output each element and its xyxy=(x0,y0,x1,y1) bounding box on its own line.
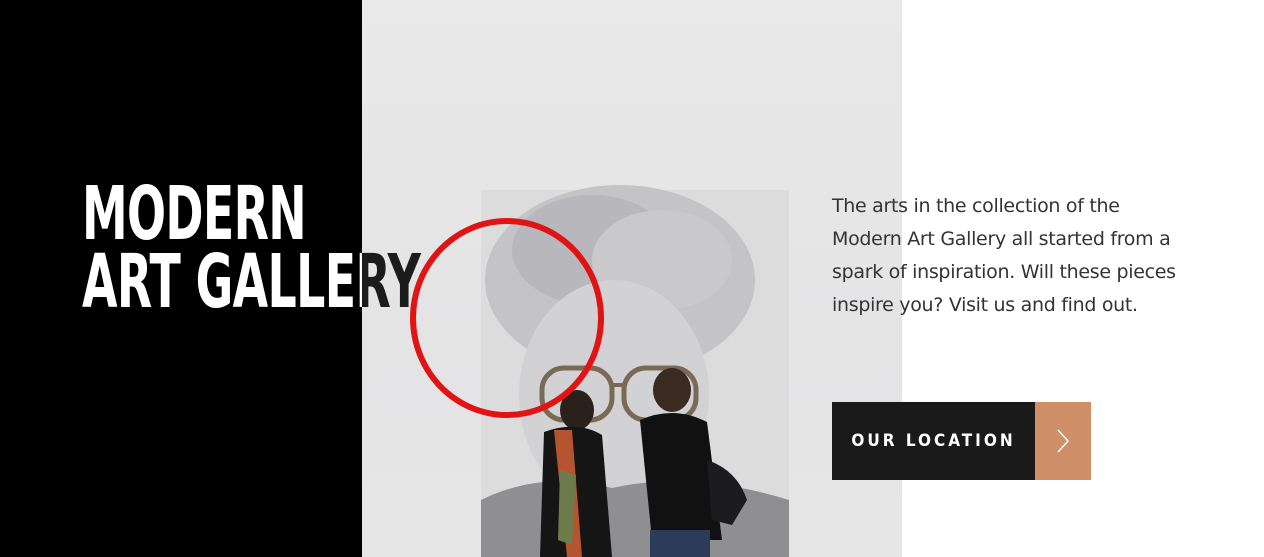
our-location-label: OUR LOCATION xyxy=(832,402,1035,480)
highlight-circle xyxy=(410,218,604,418)
page-title: MODERN ART GALLERY xyxy=(82,171,362,325)
our-location-button[interactable]: OUR LOCATION xyxy=(832,402,1091,480)
hero-section: MODERN ART GALLERY MODERN ART GALLERY Th… xyxy=(0,0,1264,557)
chevron-right-icon xyxy=(1035,402,1091,480)
title-line-1-overlay: MODERN xyxy=(362,180,420,248)
title-line-2: ART GALLERY xyxy=(82,239,362,325)
title-line-1: MODERN xyxy=(82,171,307,257)
hero-description: The arts in the collection of the Modern… xyxy=(832,195,1176,316)
headline-light-layer: MODERN ART GALLERY xyxy=(0,0,362,557)
